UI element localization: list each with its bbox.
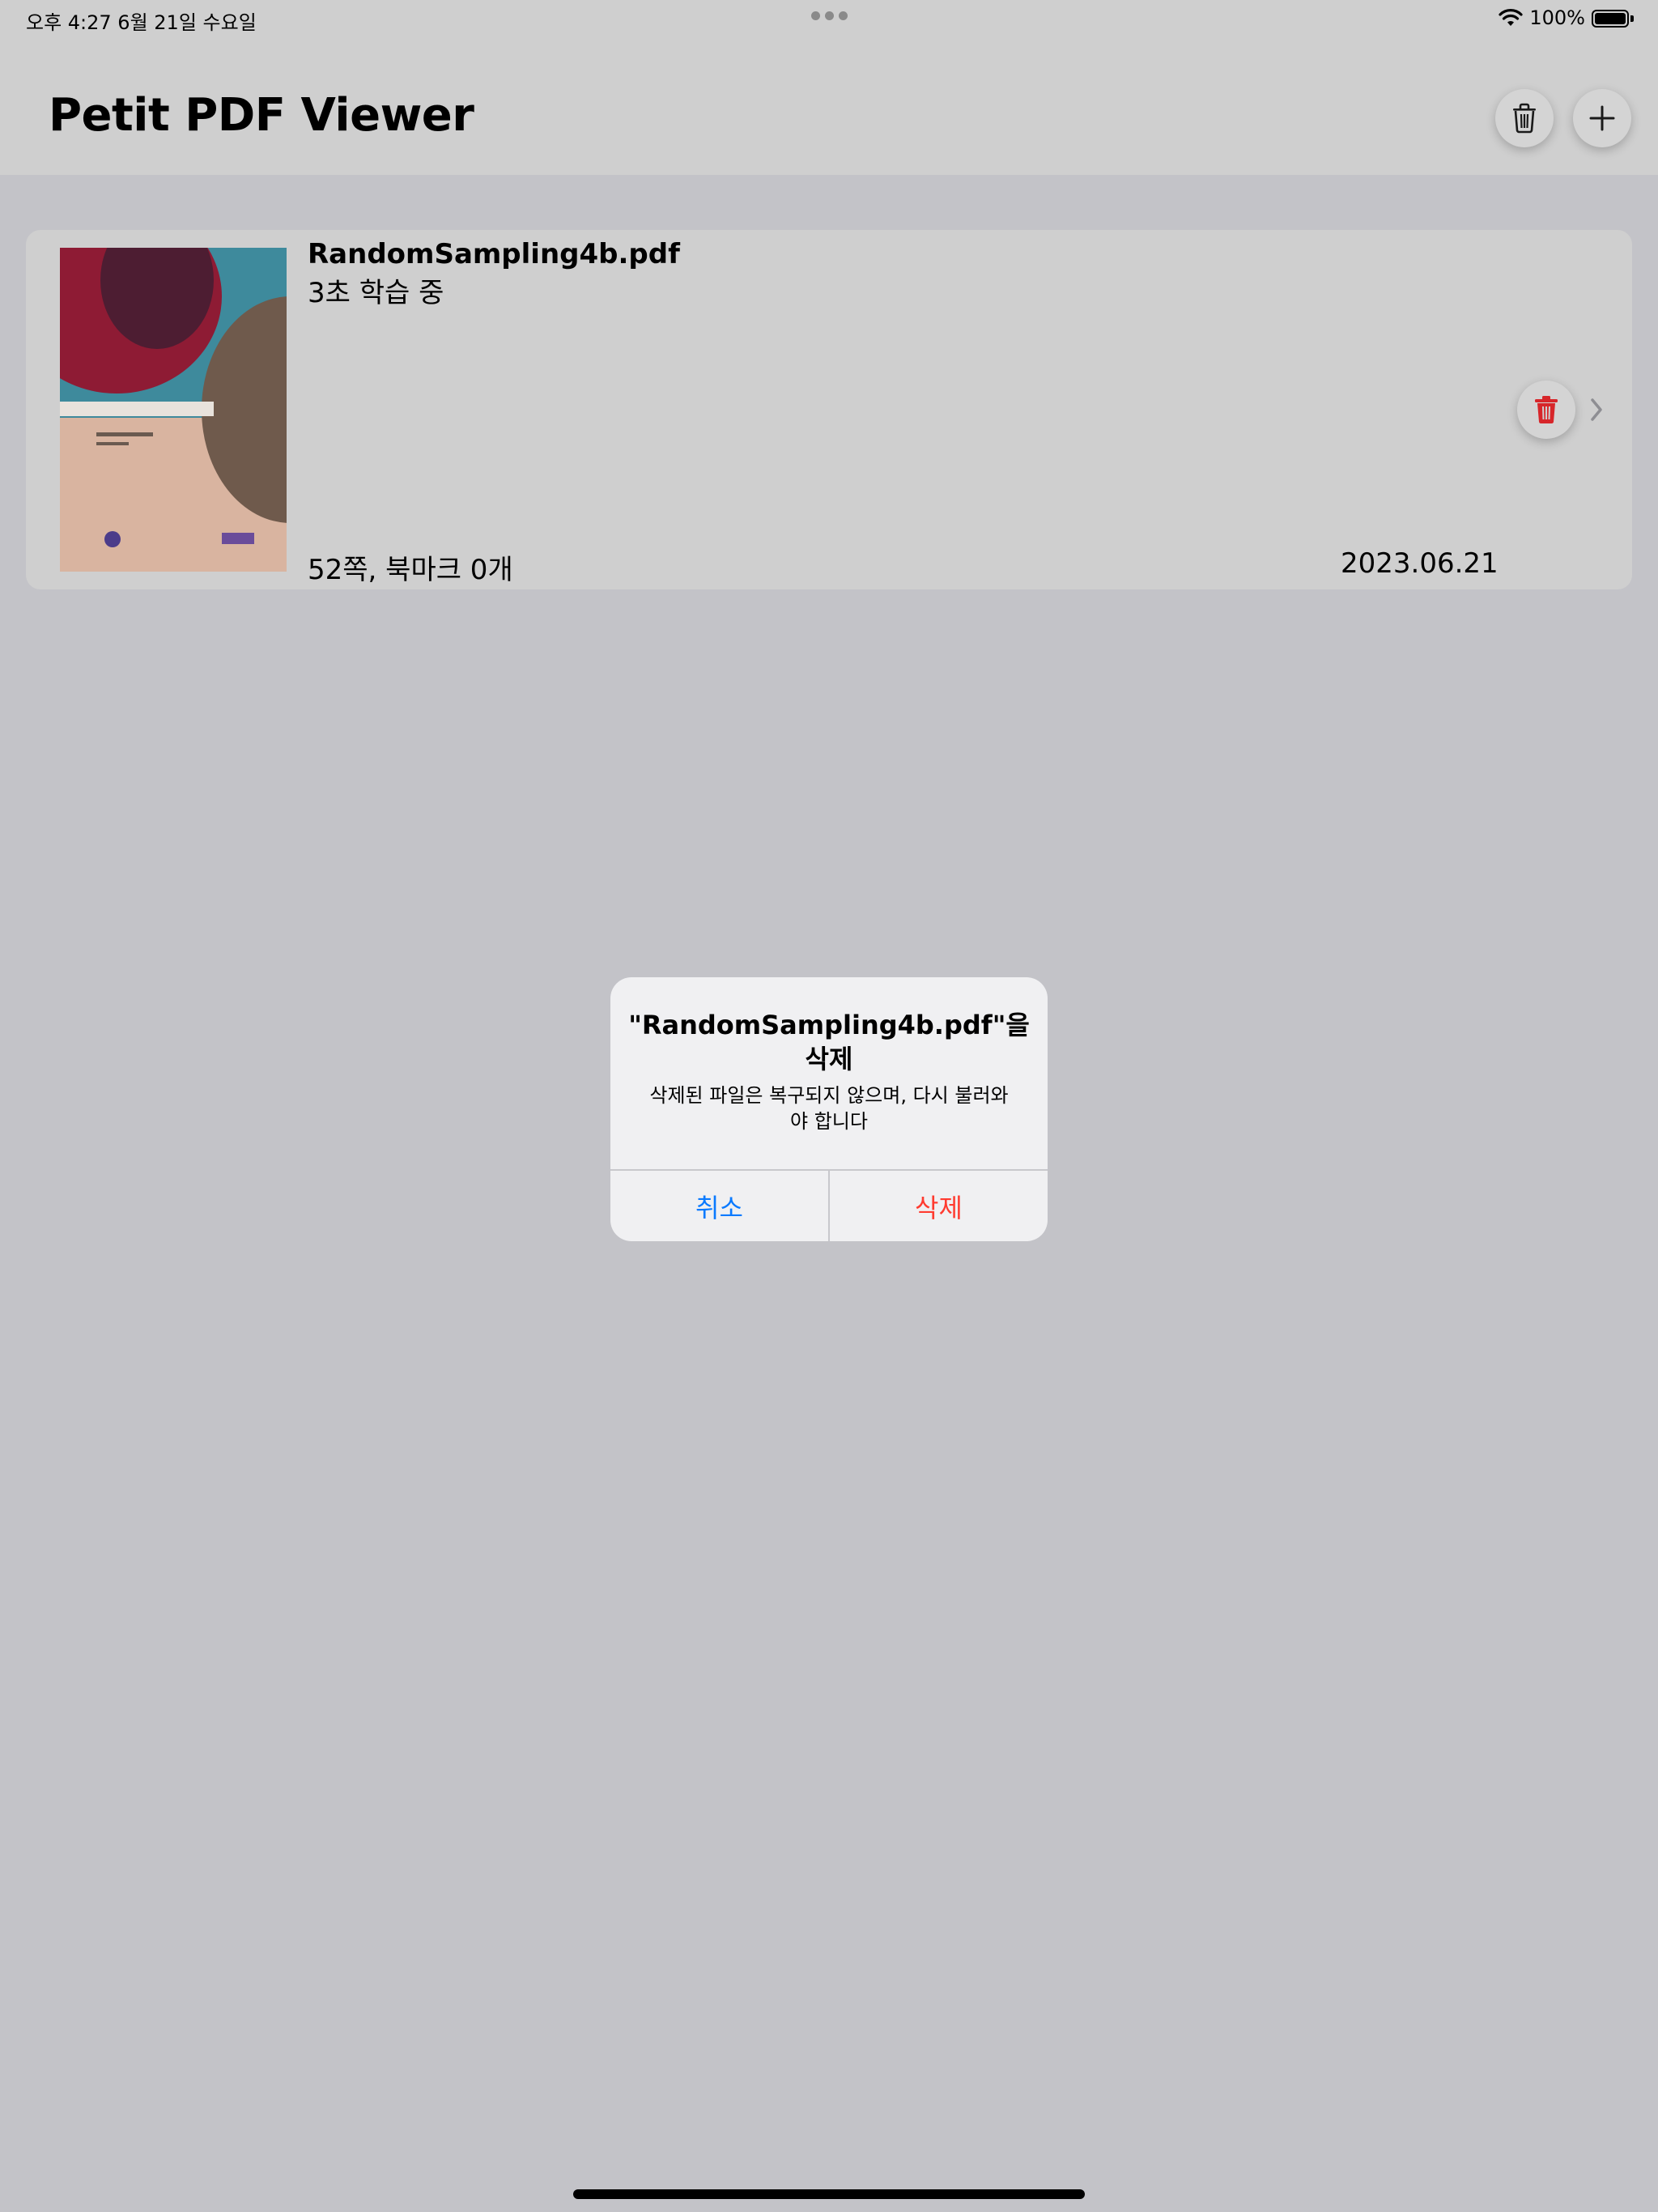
confirm-delete-button[interactable]: 삭제 bbox=[830, 1171, 1048, 1241]
delete-file-button[interactable] bbox=[1517, 381, 1575, 439]
chevron-right-icon bbox=[1591, 398, 1602, 421]
trash-icon bbox=[1513, 103, 1536, 134]
navigation-bar: Petit PDF Viewer bbox=[0, 39, 1658, 175]
status-right: 100% bbox=[1499, 6, 1634, 29]
alert-message: 삭제된 파일은 복구되지 않으며, 다시 불러와야 합니다 bbox=[649, 1084, 1009, 1133]
trash-icon bbox=[1535, 396, 1558, 424]
study-status: 3초 학습 중 bbox=[308, 277, 444, 309]
page-title: Petit PDF Viewer bbox=[49, 89, 474, 142]
status-bar: 오후 4:27 6월 21일 수요일 100% bbox=[0, 0, 1658, 39]
file-name: RandomSampling4b.pdf bbox=[308, 238, 680, 270]
file-list-item[interactable]: RandomSampling4b.pdf 3초 학습 중 52쪽, 북마크 0개… bbox=[26, 230, 1632, 589]
status-time: 오후 4:27 6월 21일 수요일 bbox=[26, 11, 257, 34]
home-indicator[interactable] bbox=[573, 2189, 1085, 2199]
delete-confirmation-alert: "RandomSampling4b.pdf"을 삭제 삭제된 파일은 복구되지 … bbox=[610, 977, 1048, 1241]
plus-icon bbox=[1589, 105, 1615, 131]
add-file-button[interactable] bbox=[1573, 89, 1631, 147]
pdf-thumbnail bbox=[60, 248, 287, 572]
multitasking-dots[interactable] bbox=[811, 11, 848, 20]
file-meta: 52쪽, 북마크 0개 bbox=[308, 554, 513, 586]
delete-all-button[interactable] bbox=[1495, 89, 1554, 147]
alert-title: "RandomSampling4b.pdf"을 삭제 bbox=[628, 1010, 1030, 1074]
wifi-icon bbox=[1499, 9, 1523, 26]
battery-icon bbox=[1592, 8, 1634, 28]
file-date: 2023.06.21 bbox=[1341, 547, 1499, 580]
battery-percent: 100% bbox=[1529, 6, 1585, 29]
cancel-button[interactable]: 취소 bbox=[610, 1171, 828, 1241]
